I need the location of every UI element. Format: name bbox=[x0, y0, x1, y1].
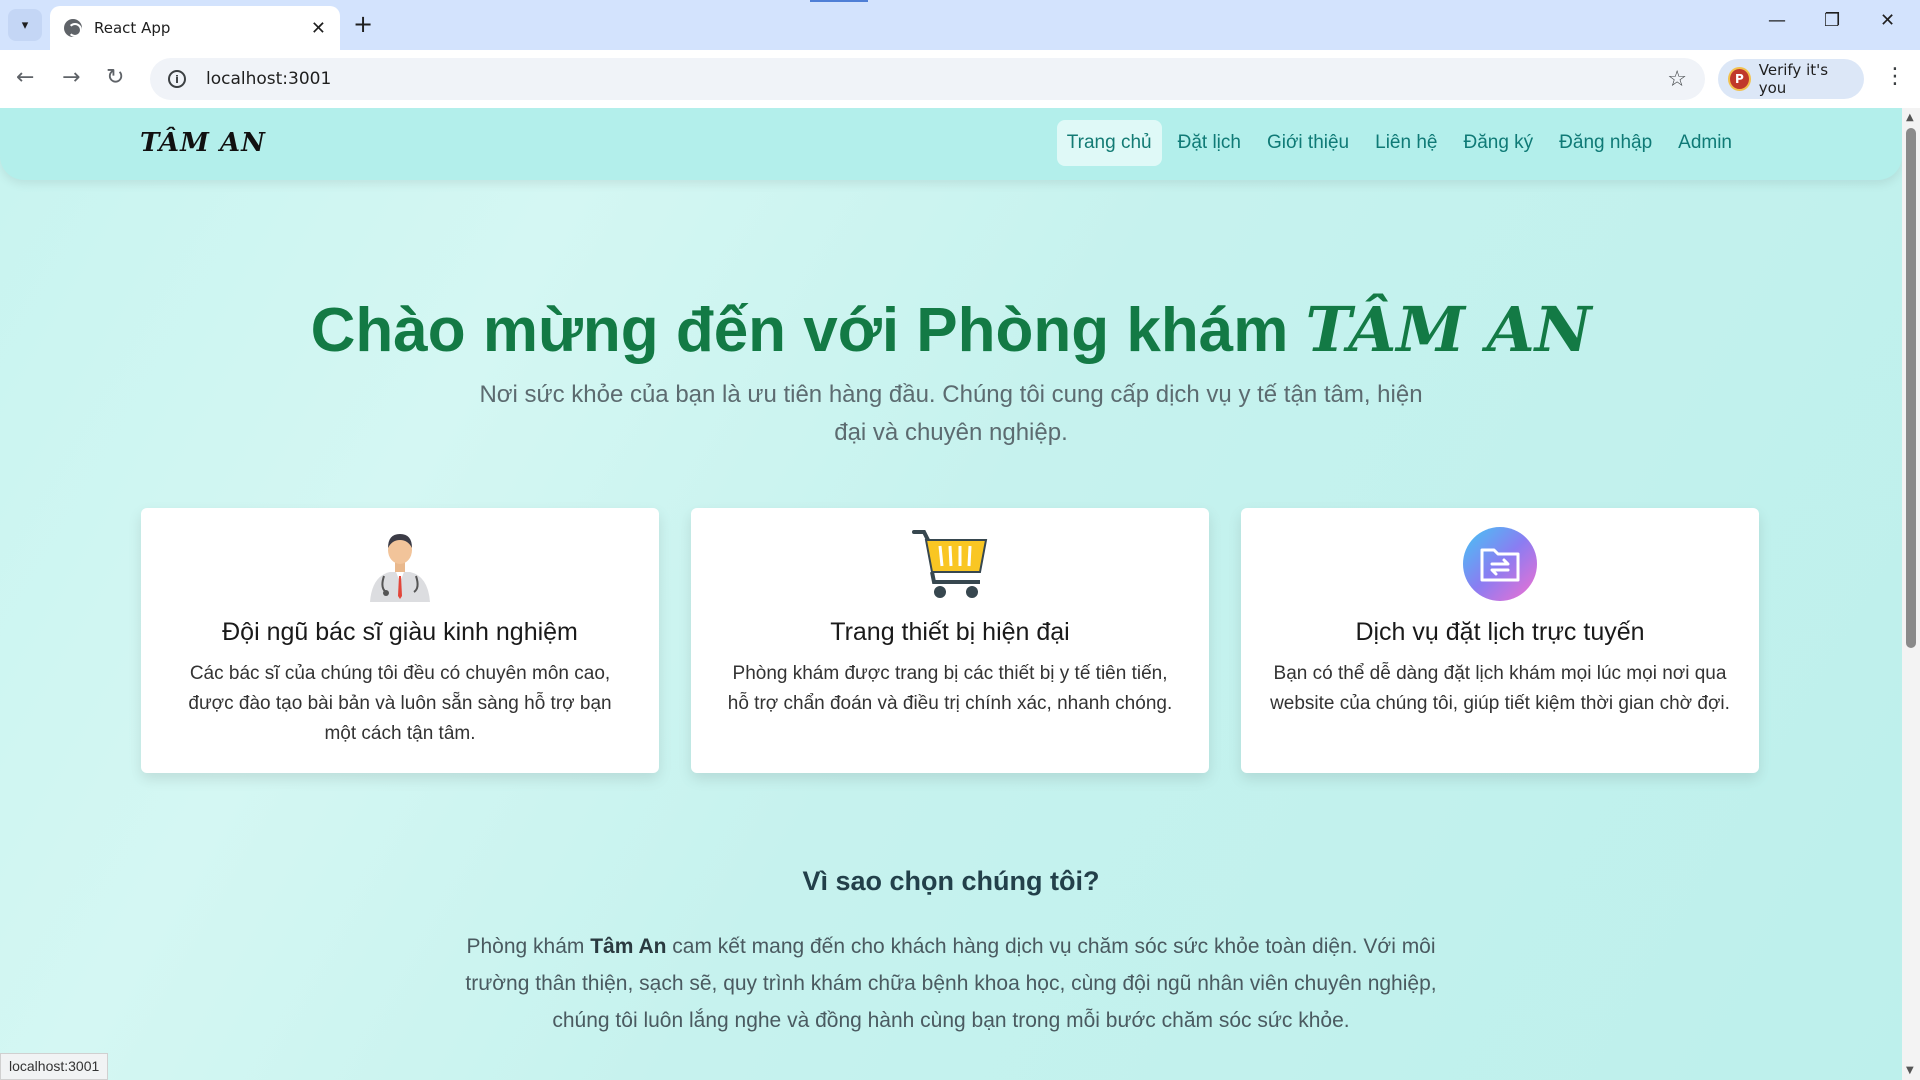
nav-item-booking[interactable]: Đặt lịch bbox=[1168, 120, 1251, 166]
feature-card-equipment: Trang thiết bị hiện đại Phòng khám được … bbox=[691, 508, 1209, 773]
feature-desc: Các bác sĩ của chúng tôi đều có chuyên m… bbox=[188, 663, 612, 744]
page-scrollbar[interactable]: ▲ ▼ bbox=[1902, 108, 1920, 1080]
scroll-down-arrow-icon[interactable]: ▼ bbox=[1906, 1065, 1914, 1076]
why-text: Phòng khám Tâm An cam kết mang đến cho k… bbox=[458, 928, 1444, 1039]
nav-item-home[interactable]: Trang chủ bbox=[1056, 120, 1162, 166]
feature-card-doctors: Đội ngũ bác sĩ giàu kinh nghiệm Các bác … bbox=[141, 508, 659, 773]
nav-item-login[interactable]: Đăng nhập bbox=[1549, 120, 1662, 166]
nav-menu: Trang chủ Đặt lịch Giới thiệu Liên hệ Đă… bbox=[1056, 120, 1742, 166]
close-window-button[interactable]: ✕ bbox=[1880, 10, 1895, 31]
browser-tabstrip: ▾ React App ✕ + — ❐ ✕ bbox=[0, 0, 1920, 50]
back-icon[interactable]: ← bbox=[16, 64, 34, 92]
verify-button[interactable]: P Verify it's you bbox=[1718, 59, 1864, 99]
tabstrip-accent bbox=[810, 0, 868, 2]
site-info-icon[interactable]: i bbox=[168, 70, 186, 88]
nav-item-admin[interactable]: Admin bbox=[1668, 120, 1742, 166]
browser-tab[interactable]: React App ✕ bbox=[50, 6, 340, 50]
profile-avatar: P bbox=[1728, 67, 1751, 91]
tab-search-button[interactable]: ▾ bbox=[8, 9, 42, 41]
restore-button[interactable]: ❐ bbox=[1824, 10, 1840, 31]
why-title: Vì sao chọn chúng tôi? bbox=[802, 866, 1100, 896]
feature-title: Trang thiết bị hiện đại bbox=[830, 618, 1070, 646]
cart-icon bbox=[912, 530, 988, 598]
scroll-thumb[interactable] bbox=[1906, 128, 1916, 648]
why-text-brand: Tâm An bbox=[590, 935, 667, 958]
new-tab-button[interactable]: + bbox=[353, 10, 373, 38]
nav-item-contact[interactable]: Liên hệ bbox=[1365, 120, 1447, 166]
feature-card-online-booking: Dịch vụ đặt lịch trực tuyến Bạn có thể d… bbox=[1241, 508, 1759, 773]
feature-title: Đội ngũ bác sĩ giàu kinh nghiệm bbox=[222, 618, 578, 646]
close-tab-icon[interactable]: ✕ bbox=[311, 18, 326, 39]
globe-icon bbox=[64, 19, 82, 37]
hero-subtitle: Nơi sức khỏe của bạn là ưu tiên hàng đầu… bbox=[479, 381, 1423, 446]
browser-menu-icon[interactable]: ⋮ bbox=[1884, 64, 1906, 89]
browser-toolbar: ← → ↻ i localhost:3001 ☆ P Verify it's y… bbox=[0, 50, 1920, 108]
minimize-button[interactable]: — bbox=[1768, 10, 1786, 31]
doctor-icon bbox=[370, 534, 430, 602]
hero-title-brand: TÂM AN bbox=[1305, 293, 1592, 366]
address-bar[interactable]: i localhost:3001 ☆ bbox=[150, 58, 1705, 100]
feature-desc: Phòng khám được trang bị các thiết bị y … bbox=[727, 663, 1173, 714]
site-navbar: TÂM AN Trang chủ Đặt lịch Giới thiệu Liê… bbox=[0, 108, 1902, 180]
scroll-up-arrow-icon[interactable]: ▲ bbox=[1906, 112, 1914, 123]
hero-title: Chào mừng đến với Phòng khám TÂM AN bbox=[0, 293, 1902, 366]
status-bar: localhost:3001 bbox=[0, 1053, 109, 1080]
folder-transfer-icon bbox=[1463, 527, 1537, 601]
feature-desc: Bạn có thể dễ dàng đặt lịch khám mọi lúc… bbox=[1270, 663, 1730, 714]
nav-item-register[interactable]: Đăng ký bbox=[1453, 120, 1543, 166]
bookmark-star-icon[interactable]: ☆ bbox=[1667, 67, 1687, 92]
site-logo[interactable]: TÂM AN bbox=[140, 128, 266, 158]
url-text: localhost:3001 bbox=[206, 69, 332, 89]
tab-title: React App bbox=[94, 19, 171, 37]
feature-title: Dịch vụ đặt lịch trực tuyến bbox=[1355, 618, 1645, 646]
nav-item-about[interactable]: Giới thiệu bbox=[1257, 120, 1359, 166]
verify-label: Verify it's you bbox=[1758, 61, 1829, 97]
forward-icon[interactable]: → bbox=[62, 64, 80, 92]
reload-icon[interactable]: ↻ bbox=[106, 64, 124, 92]
why-text-before: Phòng khám bbox=[466, 935, 591, 958]
page-viewport: TÂM AN Trang chủ Đặt lịch Giới thiệu Liê… bbox=[0, 108, 1902, 1080]
hero-title-prefix: Chào mừng đến với Phòng khám bbox=[310, 296, 1306, 365]
